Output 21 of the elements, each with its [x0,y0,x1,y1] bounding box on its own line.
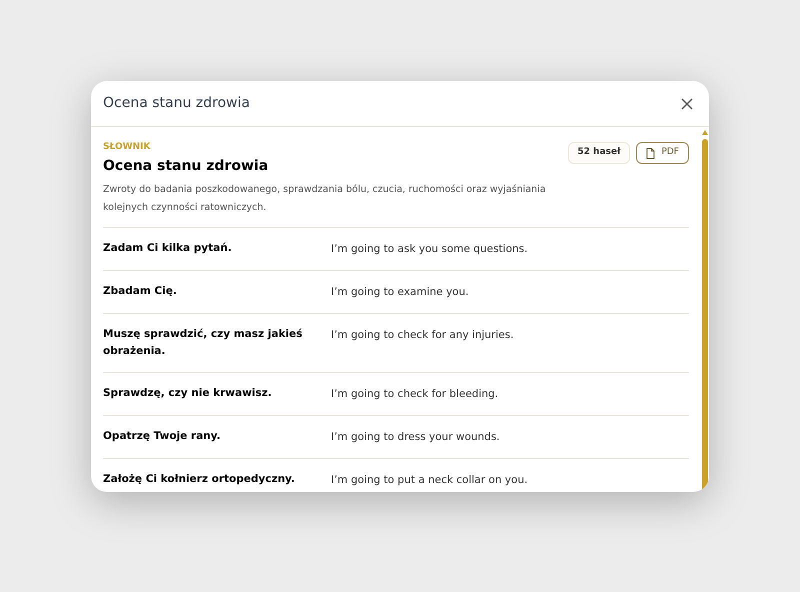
english-translation: I’m going to ask you some questions. [331,242,528,257]
polish-phrase: Założę Ci kołnierz ortopedyczny. [103,472,296,487]
english-translation: I’m going to put a neck collar on you. [331,473,528,488]
section-eyebrow: SŁOWNIK [103,141,152,153]
english-translation: I’m going to check for any injuries. [331,328,514,343]
english-translation: I’m going to check for bleeding. [331,387,498,402]
english-translation: I’m going to examine you. [331,285,469,300]
entry-count-badge: 52 haseł [568,142,630,164]
document-icon [646,148,656,158]
dialog-title: Ocena stanu zdrowia [103,94,250,113]
polish-phrase: Zbadam Cię. [103,284,178,299]
polish-phrase: Zadam Ci kilka pytań. [103,241,233,256]
english-translation: I’m going to dress your wounds. [331,430,500,445]
close-icon [681,98,693,110]
polish-phrase: Muszę sprawdzić, czy masz jakieś obrażenia. [103,327,304,359]
section-description: Zwroty do badania poszkodowanego, sprawdzania bólu, czucia, ruchomości oraz wyjaśniania kolejnych czynności ratowniczych. [103,183,547,215]
section-title: Ocena stanu zdrowia [103,157,270,176]
polish-phrase: Sprawdzę, czy nie krwawisz. [103,386,273,401]
pdf-button[interactable]: PDF [636,142,689,164]
polish-phrase: Opatrzę Twoje rany. [103,429,222,444]
scroll-up-icon [702,130,708,135]
